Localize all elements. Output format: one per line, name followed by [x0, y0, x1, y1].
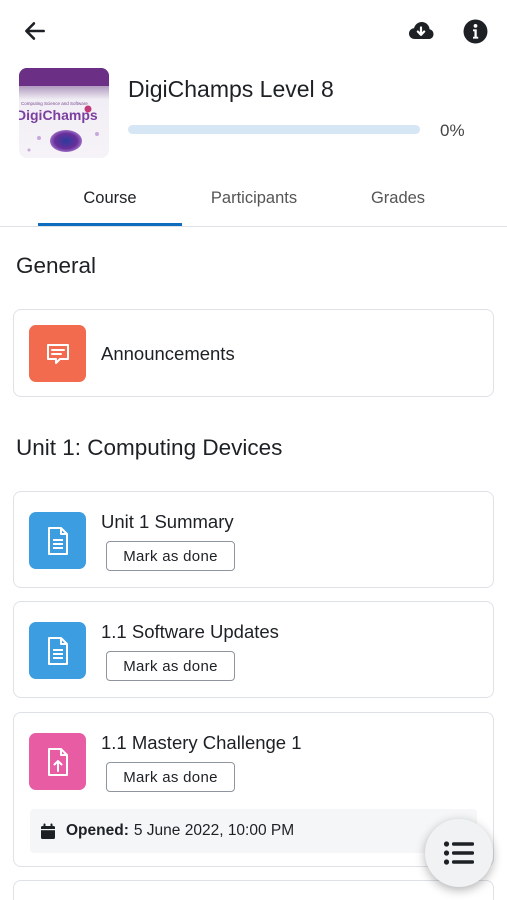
activity-card-partial[interactable]	[13, 880, 494, 900]
progress-text: 0%	[440, 121, 465, 140]
info-button[interactable]	[458, 14, 492, 48]
activity-dates: Opened: 5 June 2022, 10:00 PM	[30, 809, 477, 853]
course-image: Computing Science and Software DigiChamp…	[19, 68, 109, 158]
course-index-button[interactable]	[425, 819, 493, 887]
assignment-icon	[29, 733, 86, 790]
course-index-icon	[443, 841, 474, 865]
course-title: DigiChamps Level 8	[128, 76, 334, 102]
activity-card-announcements[interactable]: Announcements	[13, 309, 494, 397]
dates-label: Opened:	[66, 822, 129, 839]
back-button[interactable]	[18, 14, 52, 48]
section-title-general[interactable]: General	[16, 253, 96, 279]
activity-card-software-updates[interactable]: 1.1 Software Updates Mark as done	[13, 601, 494, 698]
tab-participants[interactable]: Participants	[182, 170, 326, 226]
arrow-left-icon	[25, 22, 45, 40]
tab-grades[interactable]: Grades	[326, 170, 470, 226]
activity-card-unit-1-summary[interactable]: Unit 1 Summary Mark as done	[13, 491, 494, 588]
active-tab-indicator	[38, 223, 182, 226]
info-icon	[463, 19, 487, 43]
mark-as-done-button[interactable]: Mark as done	[106, 762, 235, 792]
page-icon	[29, 512, 86, 569]
calendar-icon	[41, 823, 55, 839]
forum-icon	[29, 325, 86, 382]
activity-name[interactable]: 1.1 Software Updates	[101, 621, 279, 643]
top-bar	[0, 0, 507, 60]
cloud-download-icon	[409, 22, 434, 39]
activity-name[interactable]: 1.1 Mastery Challenge 1	[101, 732, 302, 754]
activity-card-mastery-challenge[interactable]: 1.1 Mastery Challenge 1 Mark as done Ope…	[13, 712, 494, 867]
dates-value: 5 June 2022, 10:00 PM	[133, 822, 295, 839]
activity-name[interactable]: Announcements	[101, 343, 235, 365]
progress-bar	[128, 125, 420, 134]
section-title-unit-1[interactable]: Unit 1: Computing Devices	[16, 435, 282, 461]
activity-name[interactable]: Unit 1 Summary	[101, 511, 234, 533]
download-button[interactable]	[404, 14, 438, 48]
tab-bar: Course Participants Grades	[0, 170, 507, 227]
tab-course[interactable]: Course	[38, 170, 182, 226]
course-image-subtext: Computing Science and Software	[21, 101, 88, 106]
mark-as-done-button[interactable]: Mark as done	[106, 541, 235, 571]
course-header: Computing Science and Software DigiChamp…	[0, 68, 507, 160]
mark-as-done-button[interactable]: Mark as done	[106, 651, 235, 681]
page-icon	[29, 622, 86, 679]
